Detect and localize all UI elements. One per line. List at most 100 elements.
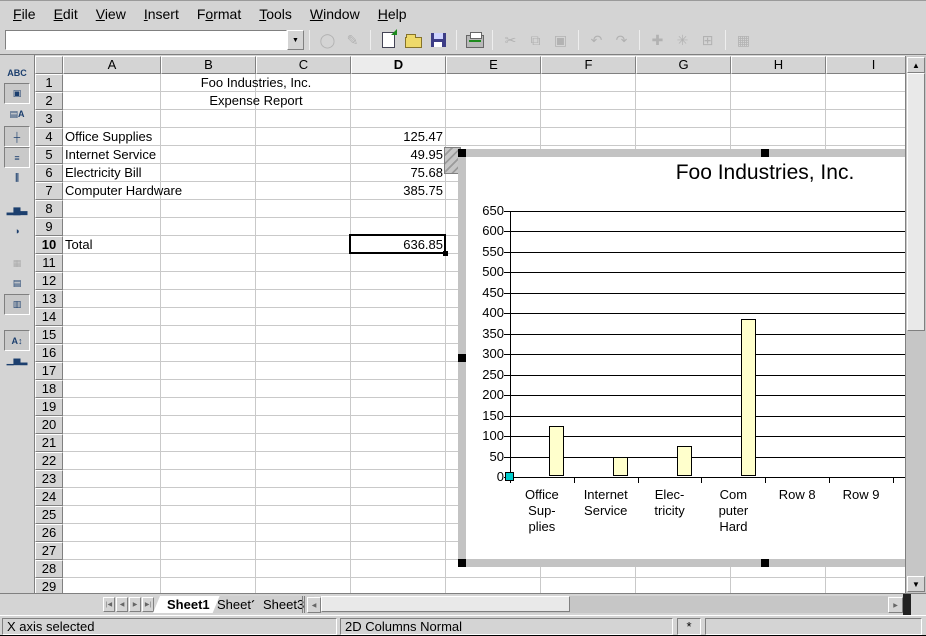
- select-all-corner[interactable]: [35, 56, 63, 74]
- cell-A5-label[interactable]: Internet Service: [65, 146, 156, 164]
- scroll-down-icon[interactable]: ▼: [907, 576, 925, 592]
- vertical-grid-icon[interactable]: ∥: [4, 167, 30, 188]
- row-header-16[interactable]: 16: [35, 344, 63, 362]
- row-header-24[interactable]: 24: [35, 488, 63, 506]
- y-axis-label[interactable]: 550: [458, 244, 504, 259]
- row-header-25[interactable]: 25: [35, 506, 63, 524]
- menu-window[interactable]: Window: [301, 3, 369, 25]
- titles-icon[interactable]: ABC: [4, 62, 30, 83]
- row-header-1[interactable]: 1: [35, 74, 63, 92]
- cell-D4-value[interactable]: 125.47: [351, 128, 443, 146]
- stop-icon[interactable]: ◯: [316, 29, 339, 51]
- cell-D7-value[interactable]: 385.75: [351, 182, 443, 200]
- chart-handle-bottom-middle[interactable]: [761, 559, 769, 567]
- combobox-dropdown-icon[interactable]: ▼: [287, 30, 304, 50]
- x-axis-category-label[interactable]: Row 8: [765, 487, 829, 503]
- axes-titles-icon[interactable]: ▤A: [4, 104, 30, 125]
- menu-format[interactable]: Format: [188, 3, 250, 25]
- row-header-4[interactable]: 4: [35, 128, 63, 146]
- column-header-A[interactable]: A: [63, 56, 161, 74]
- y-axis-label[interactable]: 500: [458, 264, 504, 279]
- menu-file[interactable]: File: [4, 3, 45, 25]
- x-axis-category-label[interactable]: Row 9: [829, 487, 893, 503]
- undo-icon[interactable]: ↶: [585, 29, 608, 51]
- row-header-11[interactable]: 11: [35, 254, 63, 272]
- x-axis-category-label[interactable]: Com puter Hard: [701, 487, 765, 535]
- bar-electricity[interactable]: [677, 446, 692, 476]
- legend-icon[interactable]: ▣: [4, 83, 30, 104]
- embedded-chart-object[interactable]: Foo Industries, Inc. 0501001502002503003…: [458, 149, 905, 567]
- y-axis-label[interactable]: 200: [458, 387, 504, 402]
- redo-icon[interactable]: ↷: [610, 29, 633, 51]
- column-header-C[interactable]: C: [256, 56, 351, 74]
- active-cell-selection-border[interactable]: [349, 234, 446, 254]
- address-input[interactable]: [5, 30, 287, 50]
- autoformat-chart-icon[interactable]: ◑: [4, 220, 30, 241]
- chart-plot-area[interactable]: 050100150200250300350400450500550600650O…: [458, 149, 905, 567]
- data-in-columns-icon[interactable]: ▥: [4, 294, 30, 315]
- first-sheet-icon[interactable]: |◀: [103, 597, 115, 612]
- row-header-20[interactable]: 20: [35, 416, 63, 434]
- previous-sheet-icon[interactable]: ◀: [116, 597, 128, 612]
- row-header-13[interactable]: 13: [35, 290, 63, 308]
- scroll-up-icon[interactable]: ▲: [907, 57, 925, 73]
- sheet-tab-sheet1[interactable]: Sheet1: [153, 596, 220, 613]
- row-header-14[interactable]: 14: [35, 308, 63, 326]
- x-axis-category-label[interactable]: Elec- tricity: [638, 487, 702, 519]
- vertical-scrollbar-thumb[interactable]: [907, 73, 925, 331]
- stylist-icon[interactable]: ✳: [671, 29, 694, 51]
- chart-handle-top-middle[interactable]: [761, 149, 769, 157]
- chart-data-table-icon[interactable]: ▦: [4, 253, 30, 274]
- bar-internet-service[interactable]: [613, 457, 628, 476]
- row-header-5[interactable]: 5: [35, 146, 63, 164]
- y-axis-label[interactable]: 0: [458, 469, 504, 484]
- horizontal-grid-icon[interactable]: ≡: [4, 147, 30, 168]
- cut-icon[interactable]: ✂: [499, 29, 522, 51]
- cell-B1-company-title[interactable]: Foo Industries, Inc.: [161, 74, 351, 92]
- bar-office-supplies[interactable]: [549, 426, 564, 476]
- paste-icon[interactable]: ▣: [549, 29, 572, 51]
- column-header-F[interactable]: F: [541, 56, 636, 74]
- row-header-26[interactable]: 26: [35, 524, 63, 542]
- cell-A7-label[interactable]: Computer Hardware: [65, 182, 182, 200]
- column-header-B[interactable]: B: [161, 56, 256, 74]
- row-header-19[interactable]: 19: [35, 398, 63, 416]
- menu-view[interactable]: View: [87, 3, 135, 25]
- column-header-E[interactable]: E: [446, 56, 541, 74]
- cell-D6-value[interactable]: 75.68: [351, 164, 443, 182]
- tab-scrollbar-splitter[interactable]: [302, 596, 305, 613]
- y-axis-label[interactable]: 100: [458, 428, 504, 443]
- column-header-H[interactable]: H: [731, 56, 826, 74]
- y-axis-label[interactable]: 150: [458, 408, 504, 423]
- row-header-8[interactable]: 8: [35, 200, 63, 218]
- column-header-D[interactable]: D: [351, 56, 446, 74]
- axes-icon[interactable]: ┼: [4, 126, 30, 147]
- row-header-22[interactable]: 22: [35, 452, 63, 470]
- cell-A10-label[interactable]: Total: [65, 236, 92, 254]
- row-header-27[interactable]: 27: [35, 542, 63, 560]
- fill-handle[interactable]: [443, 251, 448, 256]
- row-header-18[interactable]: 18: [35, 380, 63, 398]
- copy-icon[interactable]: ⧉: [524, 29, 547, 51]
- y-axis-line[interactable]: [510, 211, 511, 478]
- gallery-icon[interactable]: ▦: [732, 29, 755, 51]
- navigator-icon[interactable]: ✚: [646, 29, 669, 51]
- address-combobox[interactable]: ▼: [5, 30, 304, 50]
- save-icon[interactable]: [427, 29, 450, 51]
- row-header-15[interactable]: 15: [35, 326, 63, 344]
- row-header-21[interactable]: 21: [35, 434, 63, 452]
- print-icon[interactable]: [463, 29, 486, 51]
- data-in-rows-icon[interactable]: ▤: [4, 273, 30, 294]
- row-header-17[interactable]: 17: [35, 362, 63, 380]
- row-header-12[interactable]: 12: [35, 272, 63, 290]
- menu-insert[interactable]: Insert: [135, 3, 188, 25]
- chart-handle-top-left[interactable]: [458, 149, 466, 157]
- hscroll-right-icon[interactable]: ▶: [888, 597, 903, 613]
- cell-A6-label[interactable]: Electricity Bill: [65, 164, 142, 182]
- menu-tools[interactable]: Tools: [250, 3, 301, 25]
- last-sheet-icon[interactable]: ▶|: [142, 597, 154, 612]
- cell-A4-label[interactable]: Office Supplies: [65, 128, 152, 146]
- column-header-I[interactable]: I: [826, 56, 905, 74]
- new-document-icon[interactable]: [377, 29, 400, 51]
- bar-computer-hard[interactable]: [741, 319, 756, 476]
